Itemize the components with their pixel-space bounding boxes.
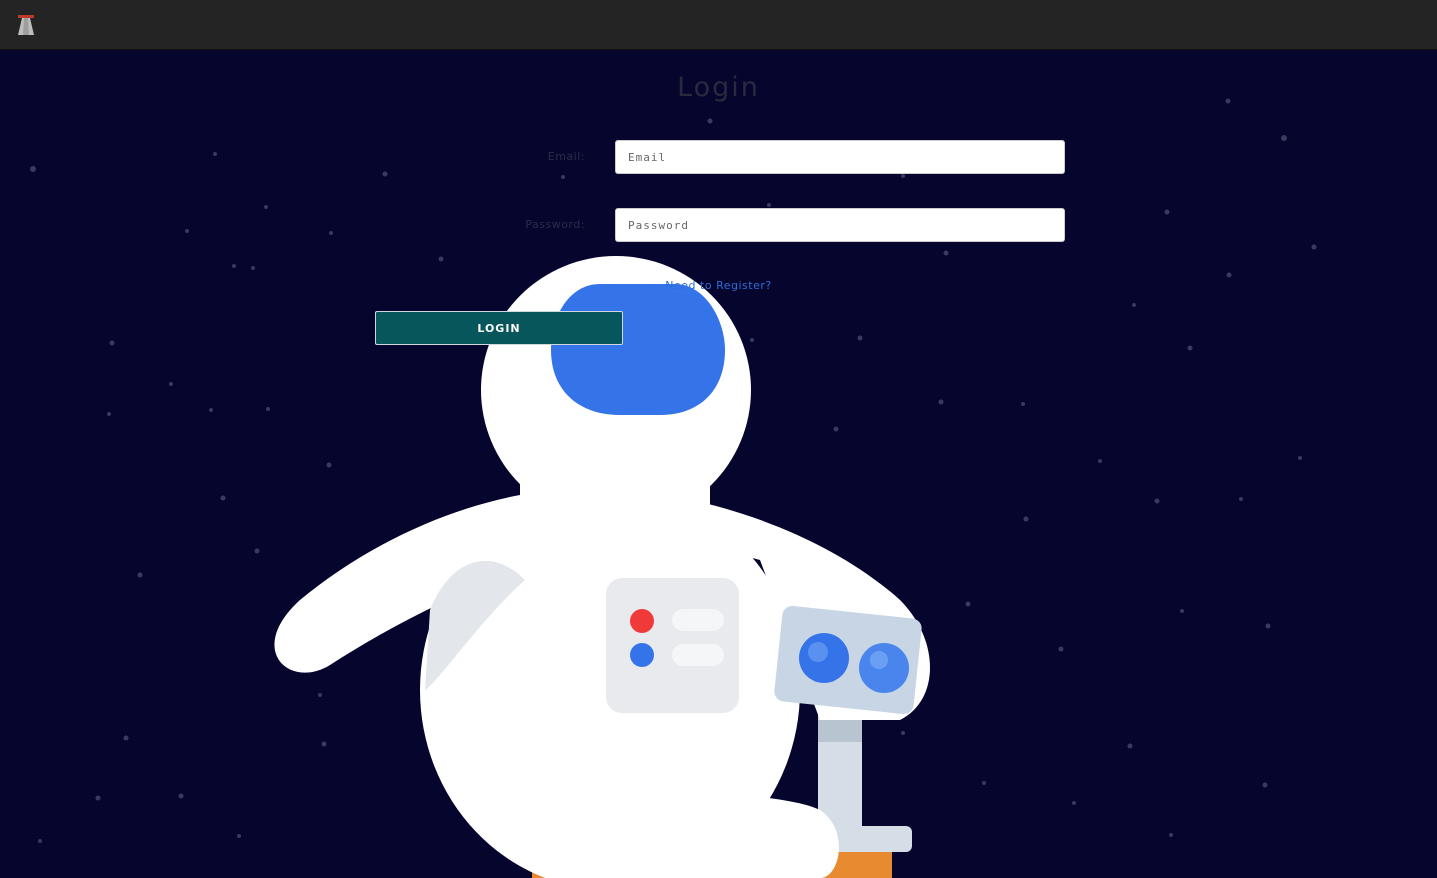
login-scene: Login Email: Password: Need to Register?… [0, 50, 1437, 878]
email-field[interactable] [615, 140, 1065, 174]
login-button[interactable]: LOGIN [375, 311, 623, 345]
rocket-icon[interactable] [16, 14, 36, 36]
top-navbar [0, 0, 1437, 50]
page-title: Login [677, 72, 760, 103]
email-label: Email: [547, 150, 585, 163]
password-field[interactable] [615, 208, 1065, 242]
astronaut-illustration [274, 256, 930, 878]
password-label: Password: [525, 218, 585, 231]
space-background [30, 98, 1317, 878]
register-link[interactable]: Need to Register? [0, 279, 1437, 292]
